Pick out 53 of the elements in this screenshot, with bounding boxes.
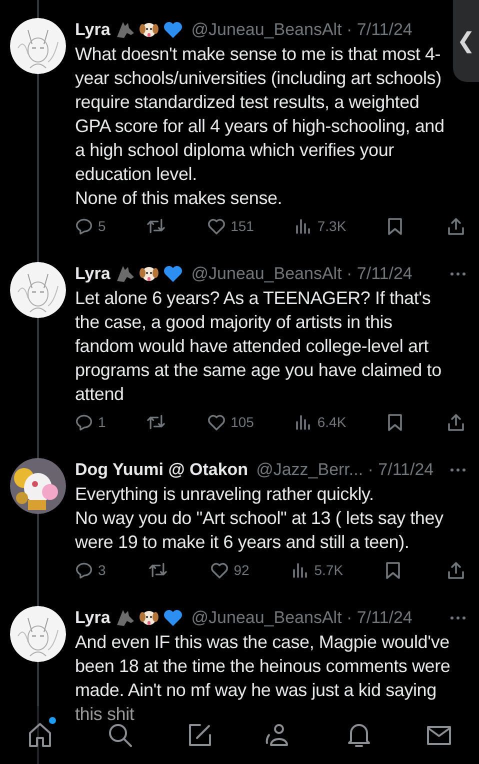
repost-button[interactable] — [146, 217, 166, 235]
user-name: Lyra — [75, 264, 110, 284]
repost-button[interactable] — [146, 413, 166, 431]
user-name: Dog Yuumi @ Otakon — [75, 460, 248, 480]
heart-icon — [210, 562, 229, 578]
like-button[interactable]: 151 — [206, 218, 254, 234]
reply-icon — [75, 413, 93, 431]
more-button[interactable] — [449, 271, 467, 277]
like-button[interactable]: 105 — [206, 414, 254, 430]
tweet-text: What doesn't make sense to me is that most 4-year schools/universities (including art schools) require standardized test results, a weighted GPA score for all 4 years of high-schooling, and a high school diploma which verifies your education level. None of this makes sense. — [75, 43, 446, 210]
more-icon — [449, 271, 467, 277]
bar-chart-icon — [291, 561, 310, 579]
more-icon — [449, 615, 467, 621]
heart-icon — [206, 414, 226, 430]
tweet-text: And even IF this was the case, Magpie would've been 18 at the time the heinous comments were made. Ain't no mf way he was just a kid saying this shit — [75, 631, 451, 726]
bar-chart-icon — [294, 217, 312, 235]
share-button[interactable] — [447, 412, 467, 432]
like-button[interactable]: 92 — [210, 562, 250, 578]
more-icon — [449, 467, 467, 473]
share-button[interactable] — [447, 216, 467, 236]
bar-chart-icon — [294, 413, 312, 431]
more-button[interactable] — [449, 467, 467, 473]
share-button[interactable] — [446, 560, 467, 580]
more-button[interactable] — [449, 615, 467, 621]
views-button[interactable]: 7.3K — [294, 217, 346, 235]
views-button[interactable]: 5.7K — [291, 561, 344, 579]
heart-icon — [206, 218, 226, 234]
tweet-text: Let alone 6 years? As a TEENAGER? If that's the case, a good majority of artists in this fandom would have attended college-level art programs at the same age you have claimed to attend — [75, 287, 442, 406]
share-icon — [446, 560, 465, 580]
bookmark-icon — [385, 560, 401, 580]
unread-dot — [48, 717, 56, 724]
share-icon — [447, 412, 465, 432]
reply-button[interactable]: 1 — [75, 413, 106, 431]
reply-button[interactable]: 5 — [75, 217, 106, 235]
bookmark-icon — [386, 412, 403, 432]
handle-date: @Jazz_Berr... · 7/11/24 — [256, 460, 434, 480]
share-icon — [447, 216, 465, 236]
bookmark-icon — [386, 216, 403, 236]
user-name: Lyra — [75, 608, 110, 628]
tweet-text: Everything is unraveling rather quickly. No way you do "Art school" at 13 ( lets say they were 19 to make it 6 years and still a teen). — [75, 483, 444, 554]
reply-icon — [75, 217, 93, 235]
repost-icon — [146, 217, 166, 235]
views-button[interactable]: 6.4K — [294, 413, 346, 431]
repost-icon — [146, 413, 166, 431]
handle-date: @Juneau_BeansAlt · 7/11/24 — [191, 608, 412, 628]
reply-icon — [75, 561, 93, 579]
repost-button[interactable] — [148, 561, 168, 579]
side-panel-handle[interactable]: ❮ — [453, 0, 479, 82]
reply-button[interactable]: 3 — [75, 561, 106, 579]
handle-date: @Juneau_BeansAlt · 7/11/24 — [191, 264, 412, 284]
repost-icon — [148, 561, 168, 579]
user-name: Lyra — [75, 20, 110, 40]
handle-date: @Juneau_BeansAlt · 7/11/24 — [191, 20, 412, 40]
